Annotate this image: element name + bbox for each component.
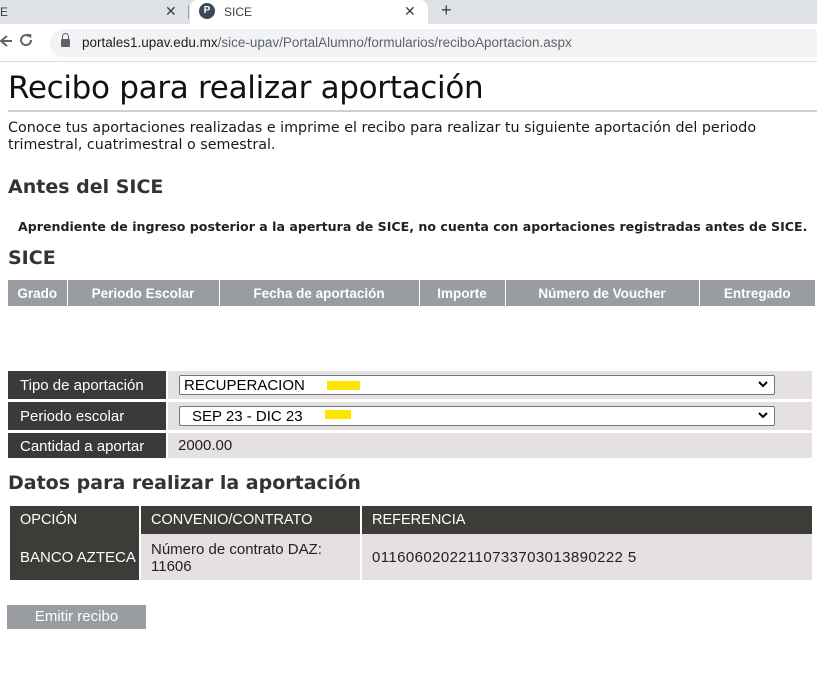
column-header-voucher: Número de Voucher [505, 280, 700, 306]
tab-title: SICE [224, 5, 253, 19]
table-header-row: Grado Periodo Escolar Fecha de aportació… [8, 280, 815, 306]
url-path: /sice-upav/PortalAlumno/formularios/reci… [217, 35, 572, 50]
referencia-cell: 01160602022110733703013890222 5 [362, 534, 812, 580]
emitir-recibo-button[interactable]: Emitir recibo [7, 605, 146, 629]
title-divider [8, 110, 817, 112]
tipo-aportacion-row: Tipo de aportación RECUPERACION [8, 371, 812, 399]
opcion-cell: BANCO AZTECA [10, 534, 139, 580]
chevron-down-icon [758, 412, 768, 419]
intro-text: Conoce tus aportaciones realizadas e imp… [8, 120, 757, 153]
page-title: Recibo para realizar aportación [8, 70, 484, 106]
column-header-opcion: OPCIÓN [10, 506, 139, 534]
periodo-escolar-value: SEP 23 - DIC 23 [192, 408, 303, 425]
back-arrow-icon[interactable] [0, 34, 12, 53]
tab-title: E [0, 5, 9, 19]
browser-tab-previous[interactable]: E ✕ [0, 0, 188, 24]
cantidad-aportar-value: 2000.00 [178, 437, 233, 454]
antes-sice-note: Aprendiente de ingreso posterior a la ap… [18, 219, 808, 234]
tab-separator [188, 5, 189, 19]
payment-options-table: OPCIÓN CONVENIO/CONTRATO REFERENCIA BANC… [8, 506, 814, 580]
browser-toolbar: portales1.upav.edu.mx/sice-upav/PortalAl… [0, 24, 817, 62]
periodo-escolar-select[interactable]: SEP 23 - DIC 23 [179, 406, 775, 426]
column-header-periodo: Periodo Escolar [67, 280, 220, 306]
close-tab-icon[interactable]: ✕ [404, 3, 416, 20]
cantidad-aportar-label: Cantidad a aportar [8, 433, 166, 458]
sice-heading: SICE [8, 247, 56, 269]
tipo-aportacion-value: RECUPERACION [184, 377, 305, 394]
column-header-grado: Grado [8, 280, 68, 306]
new-tab-icon[interactable]: + [441, 0, 452, 21]
datos-aportacion-heading: Datos para realizar la aportación [8, 472, 361, 494]
url-host: portales1.upav.edu.mx [82, 35, 218, 50]
address-bar[interactable]: portales1.upav.edu.mx/sice-upav/PortalAl… [50, 29, 817, 57]
table-row-empty [8, 306, 815, 332]
table-header-row: OPCIÓN CONVENIO/CONTRATO REFERENCIA [10, 506, 812, 534]
column-header-fecha: Fecha de aportación [219, 280, 420, 306]
favicon-icon: P [199, 3, 215, 19]
convenio-cell: Número de contrato DAZ: 11606 [141, 534, 360, 580]
column-header-convenio: CONVENIO/CONTRATO [141, 506, 360, 534]
highlight-mark [327, 381, 360, 390]
periodo-escolar-row: Periodo escolar SEP 23 - DIC 23 [8, 402, 812, 430]
tab-strip: E ✕ P SICE ✕ + [0, 0, 817, 24]
highlight-mark [325, 410, 351, 419]
tipo-aportacion-label: Tipo de aportación [8, 371, 166, 399]
periodo-escolar-label: Periodo escolar [8, 402, 166, 430]
sice-table: Grado Periodo Escolar Fecha de aportació… [8, 280, 815, 332]
url-text: portales1.upav.edu.mx/sice-upav/PortalAl… [82, 35, 572, 50]
close-tab-icon[interactable]: ✕ [165, 3, 177, 20]
browser-tab-sice[interactable]: P SICE ✕ [190, 0, 428, 24]
lock-icon[interactable] [61, 33, 70, 48]
column-header-importe: Importe [419, 280, 506, 306]
chevron-down-icon [758, 381, 768, 388]
reload-icon[interactable] [18, 32, 34, 53]
cantidad-aportar-row: Cantidad a aportar 2000.00 [8, 433, 812, 458]
antes-sice-heading: Antes del SICE [8, 176, 164, 198]
table-row: BANCO AZTECA Número de contrato DAZ: 116… [10, 534, 812, 580]
tipo-aportacion-select[interactable]: RECUPERACION [179, 375, 775, 395]
column-header-referencia: REFERENCIA [362, 506, 812, 534]
column-header-entregado: Entregado [699, 280, 815, 306]
